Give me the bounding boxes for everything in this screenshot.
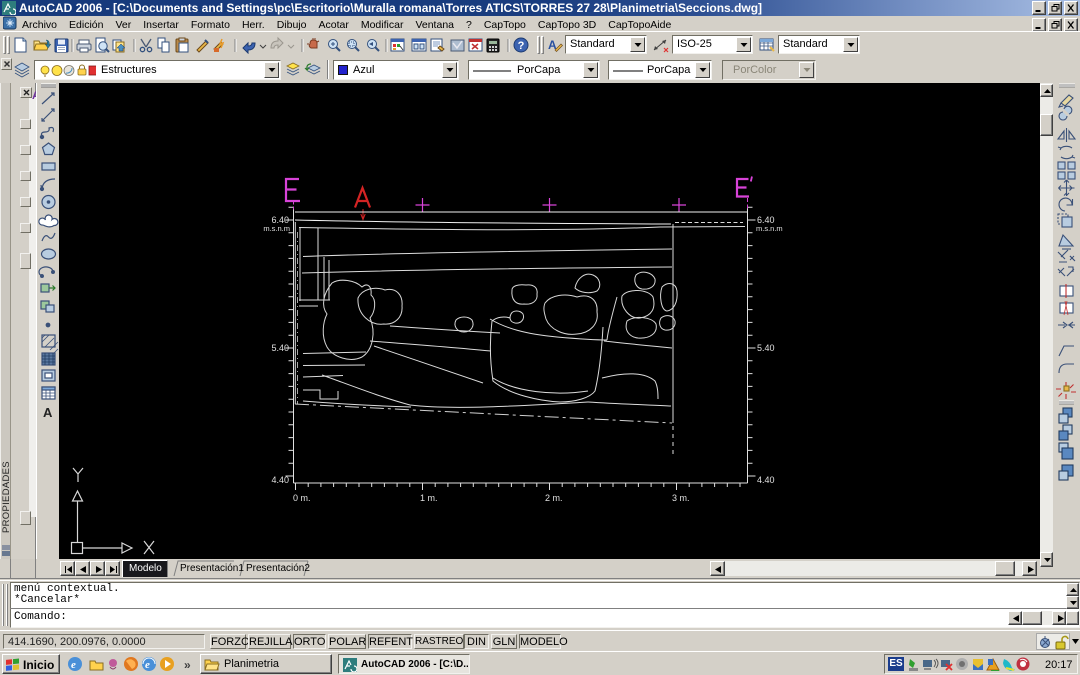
svg-text:e: e (71, 659, 76, 671)
svg-text:5.40: 5.40 (757, 343, 775, 353)
svg-text:3 m.: 3 m. (672, 493, 690, 503)
svg-text:0 m.: 0 m. (293, 493, 311, 503)
svg-text:m.s.n.m: m.s.n.m (263, 224, 290, 233)
svg-text:4.40: 4.40 (757, 475, 775, 485)
svg-text:2 m.: 2 m. (545, 493, 563, 503)
svg-text:4.40: 4.40 (271, 475, 289, 485)
svg-text:m.s.n.m: m.s.n.m (756, 224, 783, 233)
svg-text:A: A (43, 405, 53, 420)
svg-text:5.40: 5.40 (271, 343, 289, 353)
svg-text:?: ? (518, 40, 525, 52)
svg-text:e: e (145, 659, 150, 671)
svg-text:»: » (184, 658, 191, 672)
svg-text:1 m.: 1 m. (420, 493, 438, 503)
